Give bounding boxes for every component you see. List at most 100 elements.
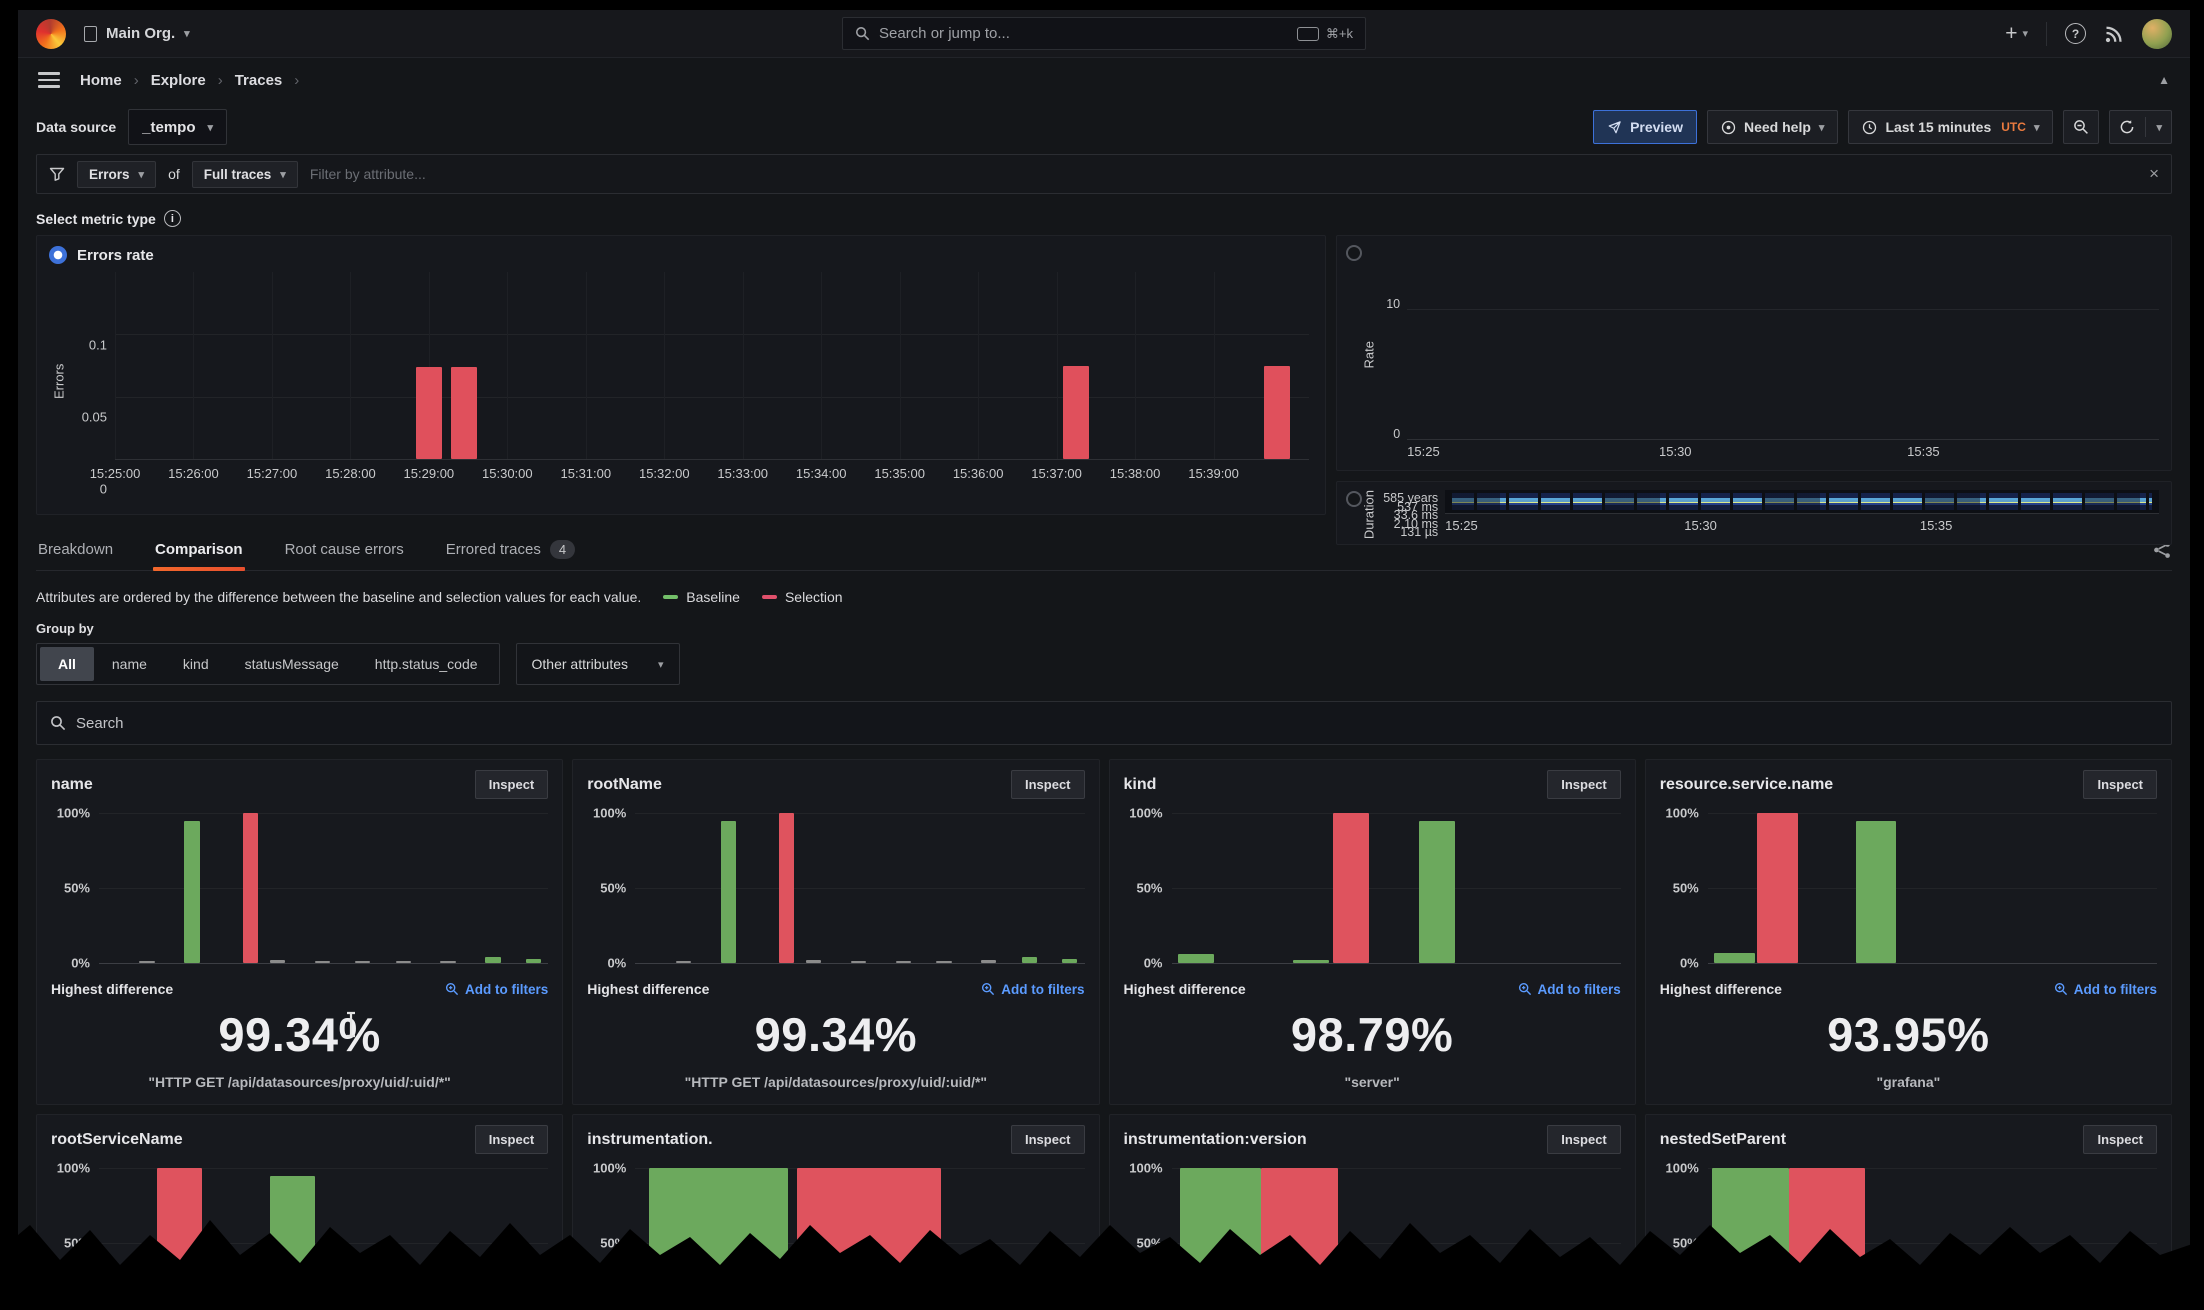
errors-y-axis-label: Errors [49, 272, 69, 490]
add-to-filters-link[interactable]: Add to filters [2054, 982, 2157, 997]
comparison-bar-chart[interactable] [99, 813, 548, 963]
chevron-down-icon: ▾ [2022, 27, 2028, 40]
duration-x-ticks: 15:25 15:30 15:35 [1445, 518, 2159, 540]
close-icon[interactable]: × [2149, 164, 2159, 184]
comparison-bar-chart[interactable] [1172, 1168, 1621, 1284]
groupby-kind[interactable]: kind [165, 647, 227, 681]
baseline-swatch [663, 595, 678, 599]
card-title: nestedSetParent [1660, 1131, 1786, 1149]
card-title: name [51, 776, 93, 794]
divider [2145, 117, 2146, 137]
comparison-bar-chart[interactable] [1172, 813, 1621, 963]
attribute-card: instrumentation. Inspect 100% 50% 0% Hig… [572, 1114, 1099, 1284]
breadcrumb-explore[interactable]: Explore [151, 72, 206, 89]
attribute-card: kind Inspect 100% 50% 0% Highest differe… [1109, 759, 1636, 1105]
tab-root-cause-errors[interactable]: Root cause errors [283, 529, 406, 570]
rate-chart[interactable] [1407, 244, 2159, 440]
filter-secondary-select[interactable]: Full traces ▾ [192, 161, 298, 188]
breadcrumb-separator: › [294, 72, 299, 89]
comparison-bar-chart[interactable] [635, 813, 1084, 963]
highest-difference-value: 93.95% [1660, 1007, 2157, 1062]
search-placeholder: Search or jump to... [879, 25, 1010, 42]
news-rss-button[interactable] [2104, 24, 2124, 44]
legend-selection: Selection [762, 589, 843, 605]
attribute-cards-row-1: name Inspect 100% 50% 0% Highest differe… [36, 759, 2172, 1105]
duration-heatmap[interactable] [1445, 490, 2159, 513]
filter-attribute-input[interactable]: Filter by attribute... [310, 166, 426, 182]
plus-icon: + [2005, 22, 2017, 46]
errors-rate-panel: Errors rate Errors 0.1 0.05 0 15:25:0015… [36, 235, 1326, 515]
tab-breakdown[interactable]: Breakdown [36, 529, 115, 570]
groupby-http-status-code[interactable]: http.status_code [357, 647, 496, 681]
comparison-bar-chart[interactable] [1708, 1168, 2157, 1284]
global-search-input[interactable]: Search or jump to... ⌘+k [842, 17, 1366, 50]
refresh-button[interactable]: ▾ [2109, 110, 2172, 144]
highest-difference-value: 99.34% [587, 1007, 1084, 1062]
card-title: rootServiceName [51, 1131, 183, 1149]
inspect-button[interactable]: Inspect [1547, 1125, 1621, 1154]
time-range-picker[interactable]: Last 15 minutes UTC ▾ [1848, 110, 2053, 144]
inspect-button[interactable]: Inspect [475, 770, 549, 799]
tab-errored-traces[interactable]: Errored traces 4 [444, 529, 577, 570]
org-picker[interactable]: Main Org. ▾ [84, 25, 190, 42]
other-attributes-select[interactable]: Other attributes ▾ [516, 643, 680, 685]
chevron-down-icon: ▾ [139, 168, 145, 181]
grafana-logo-icon[interactable] [36, 19, 66, 49]
rocket-icon [1607, 120, 1622, 135]
rate-y-axis-label: Rate [1359, 244, 1379, 466]
group-by-button-group: All name kind statusMessage http.status_… [36, 643, 500, 685]
legend-baseline: Baseline [663, 589, 740, 605]
add-to-filters-link[interactable]: Add to filters [981, 982, 1084, 997]
highest-difference-value: 99.34% [51, 1007, 548, 1062]
inspect-button[interactable]: Inspect [475, 1125, 549, 1154]
comparison-bar-chart[interactable] [635, 1168, 1084, 1284]
search-icon [50, 715, 66, 731]
help-button[interactable]: ? [2065, 23, 2086, 44]
group-by-section: Group by All name kind statusMessage htt… [36, 621, 2172, 685]
breadcrumb-row: Home › Explore › Traces › ▲ [18, 58, 2190, 102]
datasource-select[interactable]: _tempo ▾ [128, 109, 227, 145]
filter-bar: Errors ▾ of Full traces ▾ Filter by attr… [36, 154, 2172, 194]
filter-of-label: of [168, 166, 180, 182]
add-to-filters-link[interactable]: Add to filters [445, 982, 548, 997]
errors-rate-radio[interactable]: Errors rate [49, 246, 1309, 264]
attribute-search-input[interactable]: Search [36, 701, 2172, 745]
mouse-cursor [344, 1011, 358, 1038]
comparison-bar-chart[interactable] [1708, 813, 2157, 963]
inspect-button[interactable]: Inspect [1011, 770, 1085, 799]
user-avatar[interactable] [2142, 19, 2172, 49]
breadcrumb-home[interactable]: Home [80, 72, 122, 89]
metric-panels: Errors rate Errors 0.1 0.05 0 15:25:0015… [36, 235, 2172, 515]
inspect-button[interactable]: Inspect [1011, 1125, 1085, 1154]
zoom-out-button[interactable] [2063, 110, 2099, 144]
comparison-description: Attributes are ordered by the difference… [36, 589, 641, 605]
inspect-button[interactable]: Inspect [2083, 1125, 2157, 1154]
top-bar: Main Org. ▾ Search or jump to... ⌘+k + ▾… [18, 10, 2190, 58]
menu-hamburger-button[interactable] [38, 72, 60, 88]
magnifier-plus-icon [1518, 982, 1532, 996]
groupby-statusmessage[interactable]: statusMessage [227, 647, 357, 681]
metric-type-label: Select metric type [36, 211, 156, 227]
inspect-button[interactable]: Inspect [1547, 770, 1621, 799]
add-to-filters-link[interactable]: Add to filters [1518, 982, 1621, 997]
comparison-bar-chart[interactable] [99, 1168, 548, 1284]
groupby-name[interactable]: name [94, 647, 165, 681]
filter-primary-select[interactable]: Errors ▾ [77, 161, 156, 188]
groupby-all[interactable]: All [40, 647, 94, 681]
chevron-up-icon[interactable]: ▲ [2158, 73, 2170, 87]
breadcrumb-traces[interactable]: Traces [235, 72, 283, 89]
card-title: instrumentation. [587, 1131, 712, 1149]
chevron-down-icon: ▾ [280, 168, 286, 181]
rate-panel: Rate 10 0 15:25 15:30 15:35 [1336, 235, 2172, 471]
card-y-ticks: 100% 50% 0% [1660, 813, 1708, 963]
card-y-ticks: 100% 50% 0% [587, 813, 635, 963]
highest-difference-name: "HTTP GET /api/datasources/proxy/uid/:ui… [51, 1074, 548, 1090]
preview-button[interactable]: Preview [1593, 110, 1697, 144]
need-help-button[interactable]: Need help ▾ [1707, 110, 1838, 144]
inspect-button[interactable]: Inspect [2083, 770, 2157, 799]
attribute-card: resource.service.name Inspect 100% 50% 0… [1645, 759, 2172, 1105]
errors-rate-chart[interactable] [115, 272, 1309, 460]
card-y-ticks: 100% 50% 0% [51, 1168, 99, 1284]
new-menu-button[interactable]: + ▾ [2005, 22, 2028, 46]
tab-comparison[interactable]: Comparison [153, 529, 245, 570]
